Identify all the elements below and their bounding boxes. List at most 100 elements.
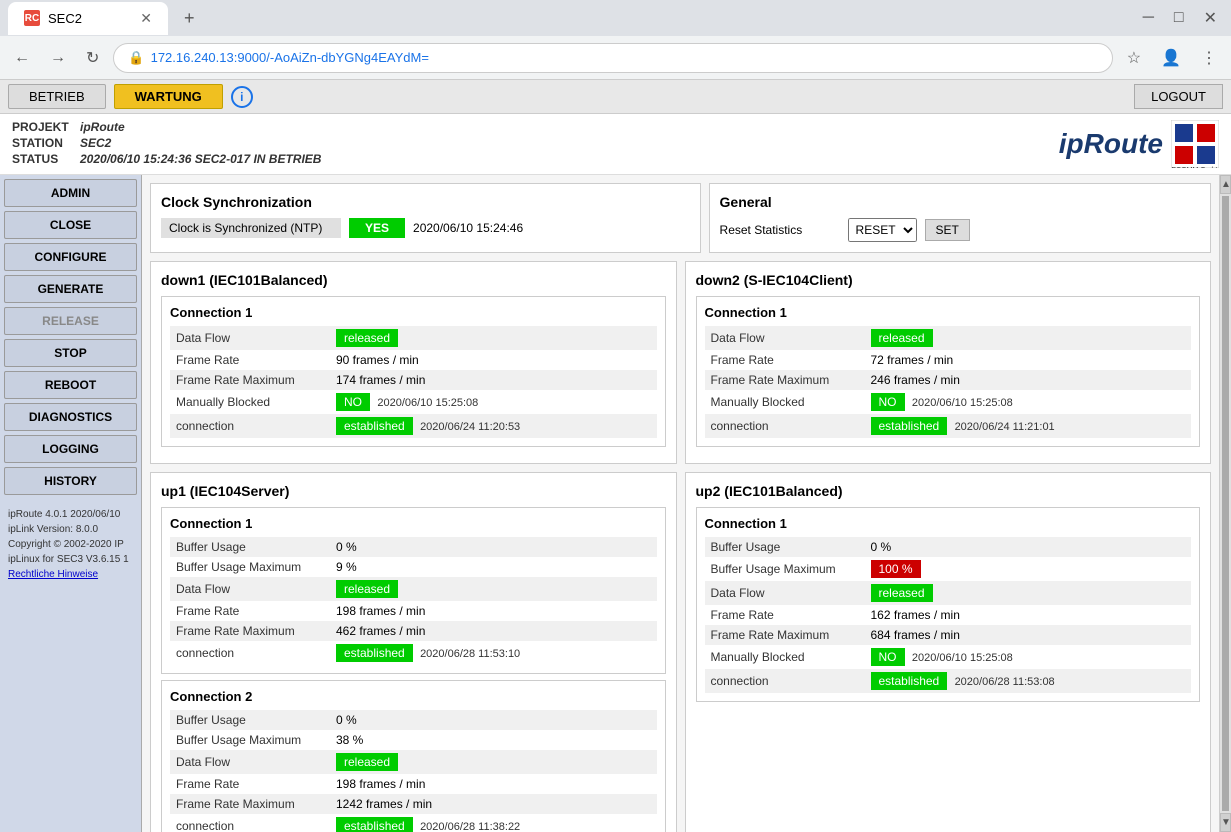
table-row: connection established 2020/06/28 11:53:… [705,669,1192,693]
profile-button[interactable]: 👤 [1155,44,1187,72]
app-info-left: PROJEKT ipRoute STATION SEC2 STATUS 2020… [12,120,321,166]
sidebar: ADMIN CLOSE CONFIGURE GENERATE RELEASE S… [0,175,142,832]
cell-label: Frame Rate Maximum [705,370,865,390]
betrieb-button[interactable]: BETRIEB [8,84,106,109]
reset-statistics-label: Reset Statistics [720,223,840,237]
up1-title: up1 (IEC104Server) [161,483,666,499]
up2-conn1-table: Buffer Usage 0 % Buffer Usage Maximum 10… [705,537,1192,693]
table-row: Frame Rate 198 frames / min [170,601,657,621]
table-row: Frame Rate 198 frames / min [170,774,657,794]
cell-label: Frame Rate [170,601,330,621]
sidebar-diagnostics-button[interactable]: DIAGNOSTICS [4,403,137,431]
cell-value: 246 frames / min [865,370,1192,390]
clock-sync-title: Clock Synchronization [161,194,690,210]
bottom-row: up1 (IEC104Server) Connection 1 Buffer U… [150,472,1211,832]
cell-value: established 2020/06/28 11:38:22 [330,814,657,832]
table-row: Data Flow released [170,577,657,601]
forward-button[interactable]: → [44,45,72,71]
up1-conn1-table: Buffer Usage 0 % Buffer Usage Maximum 9 … [170,537,657,665]
refresh-button[interactable]: ↻ [80,44,105,72]
close-window-button[interactable]: ✕ [1198,4,1223,32]
app-header-bar: BETRIEB WARTUNG i LOGOUT [0,80,1231,114]
table-row: Frame Rate Maximum 174 frames / min [170,370,657,390]
status-badge: released [871,584,933,602]
scroll-up-arrow[interactable]: ▲ [1220,175,1231,194]
browser-navbar: ← → ↻ 🔒 172.16.240.13:9000/-AoAiZn-dbYGN… [0,36,1231,80]
table-row: connection established 2020/06/28 11:38:… [170,814,657,832]
tab-icon: RC [24,10,40,26]
status-badge: established [336,817,413,832]
address-bar[interactable]: 🔒 172.16.240.13:9000/-AoAiZn-dbYGNg4EAYd… [113,43,1112,73]
browser-titlebar: RC SEC2 ✕ + ─ □ ✕ [0,0,1231,36]
minimize-button[interactable]: ─ [1137,5,1160,31]
sidebar-logging-button[interactable]: LOGGING [4,435,137,463]
app-logo: ipRoute IPCOMM GmbH [1059,120,1219,168]
new-tab-button[interactable]: + [176,4,203,33]
wartung-button[interactable]: WARTUNG [114,84,223,109]
cell-label: Frame Rate Maximum [170,621,330,641]
status-row: STATUS 2020/06/10 15:24:36 SEC2-017 IN B… [12,152,321,166]
general-section: General Reset Statistics RESET SET [709,183,1211,253]
sidebar-generate-button[interactable]: GENERATE [4,275,137,303]
timestamp: 2020/06/10 15:25:08 [377,397,478,409]
logo-text: ipRoute [1059,128,1163,160]
sidebar-stop-button[interactable]: STOP [4,339,137,367]
tab-close-button[interactable]: ✕ [140,10,152,27]
cell-value: established 2020/06/24 11:21:01 [865,414,1192,438]
cell-value: released [330,326,657,350]
station-row: STATION SEC2 [12,136,321,150]
sidebar-info-line3: Copyright © 2002-2020 IP [8,537,133,552]
top-row: Clock Synchronization Clock is Synchroni… [150,183,1211,253]
table-row: Frame Rate Maximum 684 frames / min [705,625,1192,645]
cell-label: Data Flow [705,326,865,350]
station-label: STATION [12,136,72,150]
logout-button[interactable]: LOGOUT [1134,84,1223,109]
sidebar-reboot-button[interactable]: REBOOT [4,371,137,399]
table-row: Data Flow released [705,326,1192,350]
sidebar-admin-button[interactable]: ADMIN [4,179,137,207]
down1-connection1-box: Connection 1 Data Flow released Frame Ra… [161,296,666,447]
timestamp: 2020/06/24 11:20:53 [420,421,520,433]
middle-row: down1 (IEC101Balanced) Connection 1 Data… [150,261,1211,464]
bookmark-button[interactable]: ☆ [1121,44,1147,72]
up1-panel: up1 (IEC104Server) Connection 1 Buffer U… [150,472,677,832]
cell-label: Frame Rate Maximum [170,370,330,390]
cell-value: 0 % [865,537,1192,557]
timestamp: 2020/06/28 11:53:08 [955,676,1055,688]
sidebar-history-button[interactable]: HISTORY [4,467,137,495]
scroll-down-arrow[interactable]: ▼ [1220,813,1231,832]
clock-sync-status: YES [349,218,405,238]
clock-sync-row: Clock is Synchronized (NTP) YES 2020/06/… [161,218,690,238]
status-badge: released [336,329,398,347]
cell-label: connection [705,669,865,693]
sidebar-close-button[interactable]: CLOSE [4,211,137,239]
browser-tab[interactable]: RC SEC2 ✕ [8,2,168,35]
maximize-button[interactable]: □ [1168,5,1190,31]
cell-label: Manually Blocked [705,390,865,414]
tab-title: SEC2 [48,11,82,26]
cell-value: released [865,581,1192,605]
table-row: Data Flow released [170,750,657,774]
timestamp: 2020/06/28 11:53:10 [420,648,520,660]
scrollbar[interactable]: ▲ ▼ [1219,175,1231,832]
legal-link[interactable]: Rechtliche Hinweise [8,569,98,580]
sidebar-info-line1: ipRoute 4.0.1 2020/06/10 [8,507,133,522]
sidebar-configure-button[interactable]: CONFIGURE [4,243,137,271]
cell-value: released [330,750,657,774]
cell-value: 174 frames / min [330,370,657,390]
cell-label: connection [705,414,865,438]
scroll-thumb[interactable] [1222,196,1229,811]
info-button[interactable]: i [231,86,253,108]
cell-value: 90 frames / min [330,350,657,370]
cell-value: 198 frames / min [330,774,657,794]
cell-label: Data Flow [705,581,865,605]
sidebar-info-line4: ipLinux for SEC3 V3.6.15 1 [8,552,133,567]
reset-select[interactable]: RESET [848,218,917,242]
menu-button[interactable]: ⋮ [1195,44,1223,72]
set-button[interactable]: SET [925,219,970,241]
back-button[interactable]: ← [8,45,36,71]
cell-label: Frame Rate [170,774,330,794]
status-badge: established [336,644,413,662]
projekt-label: PROJEKT [12,120,72,134]
table-row: connection established 2020/06/24 11:20:… [170,414,657,438]
